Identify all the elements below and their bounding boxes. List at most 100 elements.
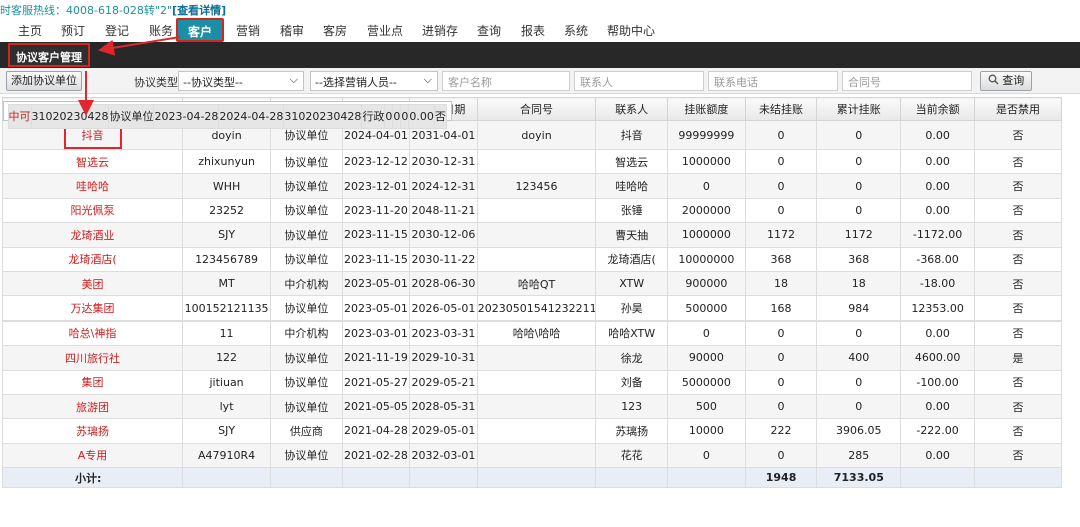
nav-system[interactable]: 系统 <box>564 22 588 39</box>
customer-name-link[interactable]: 集团 <box>1 369 184 395</box>
table-cell: 0 <box>744 345 818 371</box>
table-row[interactable]: A专用 A47910R4 协议单位 2021-02-28 2032-03-01 花花 0 0 2… <box>1 442 1063 469</box>
table-row[interactable]: 龙琦酒业 SJY 协议单位 2023-11-15 2030-12-06 曹天抽 100000… <box>1 222 1063 248</box>
table-cell: 1000000 <box>667 148 746 175</box>
nav-help[interactable]: 帮助中心 <box>607 22 655 39</box>
table-cell: 0 <box>816 148 902 175</box>
customer-name-input[interactable]: 客户名称 <box>442 71 570 91</box>
table-cell: zhixunyun <box>182 148 272 175</box>
table-cell: 2023-11-15 <box>341 222 411 248</box>
table-cell: 100152121135 <box>182 295 272 321</box>
customer-name-link[interactable]: 美团 <box>1 270 184 297</box>
table-row[interactable]: 哇哈哈 WHH 协议单位 2023-12-01 2024-12-31 123456 哇哈哈 0… <box>1 173 1063 199</box>
table-row[interactable]: 龙琦酒店(123456789 协议单位 2023-11-15 2030-11-22 龙琦… <box>1 246 1063 272</box>
contact-input[interactable]: 联系人 <box>574 71 704 91</box>
table-cell: 222 <box>744 418 818 444</box>
customer-name-link[interactable]: 哈总\神指 <box>1 320 184 347</box>
hotline-detail-link[interactable]: [查看详情] <box>172 4 226 17</box>
tab-agreement-customers[interactable]: 协议客户管理 <box>8 43 90 67</box>
table-cell <box>476 148 597 175</box>
table-cell: 2021-05-27 <box>341 369 411 395</box>
table-row[interactable]: 阳光佩泵 23252 协议单位 2023-11-20 2048-11-21 张锤 20000… <box>1 197 1063 224</box>
table-cell: 500 <box>667 393 746 420</box>
table-cell: 2029-05-01 <box>409 418 478 444</box>
nav-customers[interactable]: 客户 <box>176 18 225 42</box>
customer-name-link[interactable]: 阳光佩泵 <box>1 197 184 224</box>
table-cell: SJY <box>182 418 272 444</box>
table-cell: 0 <box>816 393 902 420</box>
nav-audit[interactable]: 稽审 <box>280 22 304 39</box>
table-cell: 2023-03-31 <box>409 320 478 347</box>
total-cell <box>476 467 597 489</box>
table-row[interactable]: 集团 jitiuan 协议单位 2021-05-27 2029-05-21 刘备 50000… <box>1 369 1063 395</box>
customer-name-link[interactable]: 万达集团 <box>1 295 184 321</box>
table-row[interactable]: 智选云 zhixunyun 协议单位 2023-12-12 2030-12-31 智选云 1… <box>1 148 1063 175</box>
table-cell: 2021-11-19 <box>341 345 411 371</box>
phone-input[interactable]: 联系电话 <box>708 71 838 91</box>
customer-name-link[interactable]: 哇哈哈 <box>1 173 184 199</box>
search-button[interactable]: 查询 <box>980 71 1032 91</box>
table-cell: lyt <box>182 393 272 420</box>
nav-accounts[interactable]: 账务 <box>149 22 173 39</box>
customer-table: 客户名称客户代码协议类型生效日期失效日期合同号联系人挂账额度未结挂账累计挂账当前… <box>1 97 1063 489</box>
total-cell <box>595 467 668 489</box>
customer-name-link[interactable]: 龙琦酒店( <box>1 246 184 272</box>
hotline-banner: 时客服热线：4008-618-028转"2"[查看详情] <box>0 2 226 17</box>
nav-booking[interactable]: 预订 <box>61 22 85 39</box>
nav-rooms[interactable]: 客房 <box>323 22 347 39</box>
table-cell: 协议单位 <box>270 393 343 420</box>
table-cell: 0 <box>667 173 746 199</box>
customer-name-link[interactable]: 四川旅行社 <box>1 345 184 371</box>
customer-name-link[interactable]: 中可 <box>7 103 32 129</box>
customer-name-link[interactable]: A专用 <box>1 442 184 469</box>
table-cell: 协议单位 <box>270 148 343 175</box>
agreement-type-label: 协议类型 <box>134 76 178 89</box>
sales-person-select[interactable]: --选择营销人员-- ⌵ <box>310 71 438 91</box>
table-cell: 哇哈哈 <box>595 173 668 199</box>
customer-name-link[interactable]: 旅游团 <box>1 393 184 420</box>
nav-inventory[interactable]: 进销存 <box>422 22 458 39</box>
add-agreement-unit-button[interactable]: 添加协议单位 <box>6 71 82 91</box>
customer-name-link[interactable]: 智选云 <box>1 148 184 175</box>
table-cell: 123 <box>595 393 668 420</box>
table-cell: 20230501541232211... <box>476 295 597 321</box>
table-cell: 2048-11-21 <box>409 197 478 224</box>
table-row[interactable]: 美团 MT 中介机构 2023-05-01 2028-06-30 哈哈QT XTW 90000… <box>1 270 1063 297</box>
table-cell: 0.00 <box>900 173 975 199</box>
table-cell: 31020230428 <box>283 103 363 129</box>
table-cell: 否 <box>973 270 1063 297</box>
customer-name-link[interactable]: 龙琦酒业 <box>1 222 184 248</box>
total-cumulative: 7133.05 <box>816 467 902 489</box>
table-cell: A47910R4 <box>182 442 272 469</box>
table-row[interactable]: 中可 31020230428 协议单位 2023-04-28 2024-04-28 310… <box>2 100 452 129</box>
table-row[interactable]: 四川旅行社 122 协议单位 2021-11-19 2029-10-31 徐龙 90000 0… <box>1 345 1063 371</box>
table-row[interactable]: 万达集团 100152121135 协议单位 2023-05-01 2026-05-01… <box>1 295 1063 321</box>
table-row[interactable]: 旅游团 lyt 协议单位 2021-05-05 2028-05-31 123 500 0 0 0.… <box>1 393 1063 420</box>
customer-name-link[interactable]: 苏璃扬 <box>1 418 184 444</box>
nav-query[interactable]: 查询 <box>477 22 501 39</box>
table-cell: 协议单位 <box>270 369 343 395</box>
table-cell: 500000 <box>667 295 746 321</box>
table-cell: 0 <box>744 197 818 224</box>
agreement-type-select[interactable]: --协议类型-- ⌵ <box>178 71 304 91</box>
table-row[interactable]: 苏璃扬 SJY 供应商 2021-04-28 2029-05-01 苏璃扬 10000 222… <box>1 418 1063 444</box>
nav-checkin[interactable]: 登记 <box>105 22 129 39</box>
contract-input[interactable]: 合同号 <box>842 71 972 91</box>
nav-marketing[interactable]: 营销 <box>236 22 260 39</box>
table-cell: 0 <box>816 369 902 395</box>
nav-outlets[interactable]: 营业点 <box>367 22 403 39</box>
table-cell: 否 <box>973 197 1063 224</box>
table-cell: 协议单位 <box>270 222 343 248</box>
table-cell: 供应商 <box>270 418 343 444</box>
nav-reports[interactable]: 报表 <box>521 22 545 39</box>
table-cell: 2023-05-01 <box>341 270 411 297</box>
nav-home[interactable]: 主页 <box>18 22 42 39</box>
table-cell: 2000000 <box>667 197 746 224</box>
total-cell <box>667 467 746 489</box>
table-cell: 0 <box>816 173 902 199</box>
table-row[interactable]: 哈总\神指 11 中介机构 2023-03-01 2023-03-31 哈哈\哈哈 哈哈XT… <box>1 320 1063 347</box>
table-cell: 协议单位 <box>270 246 343 272</box>
table-cell: 10000 <box>667 418 746 444</box>
table-cell: 4600.00 <box>900 345 975 371</box>
table-cell: 0 <box>744 148 818 175</box>
